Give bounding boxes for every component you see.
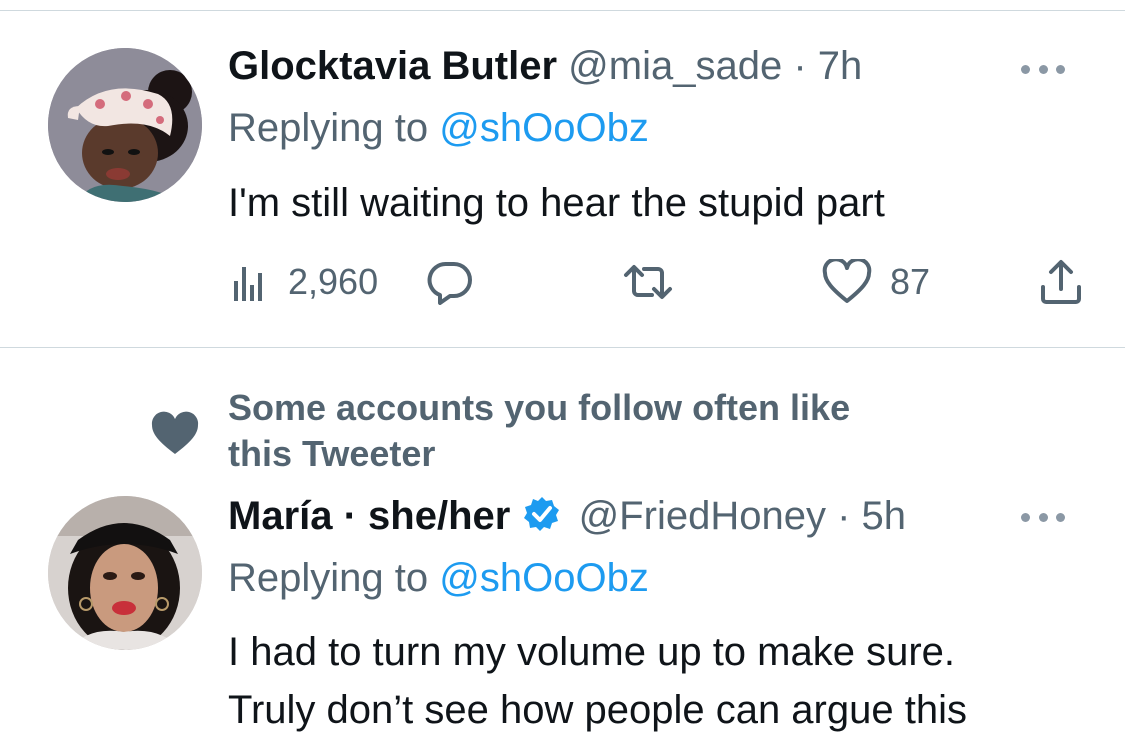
verified-badge-icon [524, 497, 560, 531]
replying-to-handle[interactable]: @shOoObz [439, 556, 649, 600]
retweet-icon [624, 265, 672, 299]
heart-icon [151, 411, 199, 454]
tweet[interactable]: María · she/her @FriedHoney · 5h Replyin… [0, 480, 1125, 753]
views-count: 2,960 [288, 261, 379, 302]
display-name[interactable]: María · she/her [228, 494, 510, 538]
tweet-text: I had to turn my volume up to make sure.… [228, 623, 967, 739]
reply-action[interactable] [426, 254, 474, 310]
timestamp[interactable]: 5h [862, 494, 907, 538]
tweet-header: Glocktavia Butler @mia_sade · 7h [228, 42, 862, 90]
replying-to-handle[interactable]: @shOoObz [439, 106, 649, 150]
tweet-header: María · she/her @FriedHoney · 5h [228, 492, 906, 540]
more-options-icon[interactable] [1021, 511, 1065, 523]
likes-count: 87 [890, 261, 931, 302]
share-icon [1041, 260, 1081, 304]
tweet-text-line: I'm still waiting to hear the stupid par… [228, 181, 885, 225]
reply-icon [427, 261, 472, 305]
social-context: Some accounts you follow often like this… [228, 385, 948, 477]
replying-to: Replying to @shOoObz [228, 104, 649, 152]
replying-to-label: Replying to [228, 556, 429, 600]
tweet-text-line: Truly don’t see how people can argue thi… [228, 688, 967, 732]
avatar[interactable] [48, 48, 202, 202]
separator: · [837, 494, 851, 538]
avatar[interactable] [48, 496, 202, 650]
tweet-divider [0, 347, 1125, 348]
analytics-icon [234, 267, 262, 301]
tweet-text-line: I had to turn my volume up to make sure. [228, 630, 956, 674]
user-handle[interactable]: @mia_sade [568, 44, 782, 88]
timestamp[interactable]: 7h [818, 44, 863, 88]
separator: · [793, 44, 807, 88]
avatar-illustration [48, 48, 202, 202]
social-context-line: Some accounts you follow often like [228, 387, 851, 428]
tweet[interactable]: Glocktavia Butler @mia_sade · 7h Replyin… [0, 0, 1125, 347]
share-action[interactable] [1038, 254, 1084, 310]
display-name[interactable]: Glocktavia Butler [228, 44, 557, 88]
views-action[interactable]: 2,960 [228, 254, 378, 310]
like-action[interactable]: 87 [822, 254, 930, 310]
avatar-photo [48, 496, 202, 650]
tweet-text: I'm still waiting to hear the stupid par… [228, 174, 885, 232]
social-context-line: this Tweeter [228, 433, 436, 474]
heart-outline-icon [822, 259, 872, 303]
retweet-action[interactable] [620, 254, 676, 310]
tweet-actions: 2,960 87 [228, 254, 1088, 310]
replying-to: Replying to @shOoObz [228, 554, 649, 602]
more-options-icon[interactable] [1021, 63, 1065, 75]
user-handle[interactable]: @FriedHoney [579, 494, 826, 538]
replying-to-label: Replying to [228, 106, 429, 150]
